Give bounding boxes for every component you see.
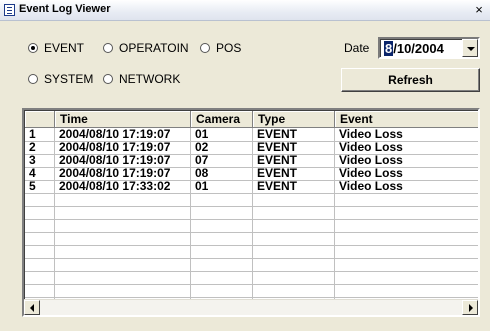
grid-line	[25, 284, 478, 285]
radio-event[interactable]: EVENT	[28, 40, 84, 56]
table-cell-col-event[interactable]: Video Loss	[335, 167, 478, 180]
radio-event-label: EVENT	[44, 41, 85, 55]
close-icon[interactable]: ×	[472, 3, 486, 17]
table-cell-col-index[interactable]: 5	[25, 180, 55, 193]
radio-operation-label: OPERATOIN	[119, 41, 189, 55]
table-cell-col-time[interactable]: 2004/08/10 17:19:07	[55, 154, 191, 167]
radio-pos[interactable]: POS	[200, 40, 241, 56]
radio-pos-label: POS	[216, 41, 242, 55]
table-cell-col-camera[interactable]: 08	[191, 167, 253, 180]
table-cell-col-index[interactable]: 4	[25, 167, 55, 180]
grid-line	[25, 245, 478, 246]
radio-network-label: NETWORK	[119, 72, 181, 86]
header-col-index[interactable]	[25, 111, 55, 128]
table-cell-col-type[interactable]: EVENT	[253, 180, 335, 193]
grid-line	[25, 271, 478, 272]
grid-line	[25, 258, 478, 259]
table-cell-col-type[interactable]: EVENT	[253, 128, 335, 141]
dropdown-arrow-icon[interactable]	[462, 39, 478, 57]
table-cell-col-time[interactable]: 2004/08/10 17:19:07	[55, 141, 191, 154]
window-title: Event Log Viewer	[19, 3, 111, 15]
date-label: Date	[344, 41, 370, 55]
grid-line	[25, 206, 478, 207]
scroll-right-icon[interactable]	[462, 300, 478, 315]
radio-unselected-icon	[200, 43, 210, 53]
radio-network[interactable]: NETWORK	[103, 71, 180, 87]
table-cell-col-time[interactable]: 2004/08/10 17:33:02	[55, 180, 191, 193]
list-document-icon	[4, 4, 15, 16]
grid-line	[25, 297, 478, 298]
grid-line	[25, 193, 478, 194]
date-selected-segment: 8	[384, 41, 394, 56]
table-cell-col-time[interactable]: 2004/08/10 17:19:07	[55, 167, 191, 180]
table-cell-col-event[interactable]: Video Loss	[335, 128, 478, 141]
radio-unselected-icon	[103, 43, 113, 53]
table-cell-col-type[interactable]: EVENT	[253, 167, 335, 180]
table-cell-col-index[interactable]: 1	[25, 128, 55, 141]
table-cell-col-index[interactable]: 2	[25, 141, 55, 154]
horizontal-scrollbar[interactable]	[24, 299, 478, 315]
table-cell-col-camera[interactable]: 02	[191, 141, 253, 154]
table-cell-col-camera[interactable]: 01	[191, 180, 253, 193]
radio-system[interactable]: SYSTEM	[28, 71, 93, 87]
scroll-left-icon[interactable]	[24, 300, 40, 315]
table-cell-col-camera[interactable]: 01	[191, 128, 253, 141]
event-list[interactable]: Time Camera Type Event 1 2004/08/10 17:19:07 0…	[22, 108, 480, 317]
grid-line	[25, 232, 478, 233]
header-col-type[interactable]: Type	[253, 111, 335, 128]
title-bar: Event Log Viewer ×	[0, 0, 490, 21]
radio-unselected-icon	[103, 74, 113, 84]
radio-selected-icon	[28, 43, 38, 53]
table-cell-col-type[interactable]: EVENT	[253, 154, 335, 167]
table-cell-col-index[interactable]: 3	[25, 154, 55, 167]
header-col-event[interactable]: Event	[335, 111, 478, 128]
header-col-camera[interactable]: Camera	[191, 111, 253, 128]
table-cell-col-time[interactable]: 2004/08/10 17:19:07	[55, 128, 191, 141]
radio-operation[interactable]: OPERATOIN	[103, 40, 189, 56]
table-cell-col-camera[interactable]: 07	[191, 154, 253, 167]
grid-line	[25, 219, 478, 220]
radio-system-label: SYSTEM	[44, 72, 94, 86]
date-rest: /10/2004	[393, 41, 444, 56]
table-cell-col-type[interactable]: EVENT	[253, 141, 335, 154]
header-col-time[interactable]: Time	[55, 111, 191, 128]
refresh-button[interactable]: Refresh	[341, 68, 480, 92]
table-cell-col-event[interactable]: Video Loss	[335, 141, 478, 154]
date-value[interactable]: 8/10/2004	[384, 41, 444, 56]
table-cell-col-event[interactable]: Video Loss	[335, 180, 478, 193]
date-picker[interactable]: 8/10/2004	[378, 37, 480, 59]
radio-unselected-icon	[28, 74, 38, 84]
table-cell-col-event[interactable]: Video Loss	[335, 154, 478, 167]
